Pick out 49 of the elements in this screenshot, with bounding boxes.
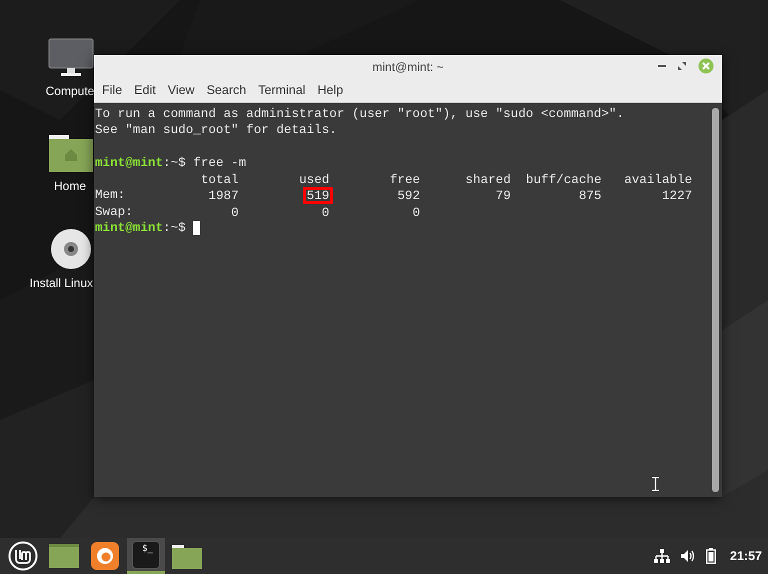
disc-icon: [50, 228, 92, 270]
table-cell-text: 1227: [660, 188, 694, 204]
table-cell-text: 875: [578, 188, 602, 204]
text-cursor-icon: [652, 477, 659, 491]
desktop-icon-label[interactable]: Home: [54, 177, 86, 195]
network-icon: [654, 549, 670, 563]
volume-icon: [680, 549, 696, 563]
table-cell-text: shared: [464, 172, 512, 188]
mint-logo-icon: [8, 541, 38, 571]
terminal-text: To run a command as administrator (user "root"), use "sudo <command>".: [95, 106, 624, 122]
table-cell-text: free: [388, 172, 422, 188]
menu-item[interactable]: Search: [200, 79, 252, 101]
table-cell-text: 0: [320, 204, 330, 220]
table-cell: 519: [302, 187, 334, 204]
window-title: mint@mint: ~: [372, 58, 444, 76]
menu-item[interactable]: Help: [311, 79, 350, 101]
taskbar-button[interactable]: $_: [127, 538, 165, 574]
minimize-icon[interactable]: [658, 64, 666, 68]
table-cell-text: total: [200, 172, 240, 188]
command-text: free -m: [193, 154, 246, 172]
folder-icon: [48, 133, 94, 173]
menu-item[interactable]: Edit: [128, 79, 162, 101]
terminal-icon: $_: [132, 540, 160, 568]
prompt-user: mint@mint: [95, 220, 164, 236]
menu-item[interactable]: File: [96, 79, 128, 101]
clock: 21:57: [730, 548, 762, 565]
browser-icon: [91, 542, 119, 570]
terminal-text: See "man sudo_root" for details.: [95, 122, 337, 139]
battery-icon: [706, 548, 716, 564]
menu-item[interactable]: Terminal: [252, 79, 312, 101]
desktop-icon: [49, 544, 79, 568]
table-cell-text: 592: [396, 188, 422, 204]
row-label: Swap:: [95, 204, 133, 220]
table-cell-text: 79: [494, 188, 512, 204]
prompt-user: mint@mint: [95, 154, 164, 172]
table-cell-text: 0: [230, 204, 240, 220]
desktop-icon-label[interactable]: Compute: [46, 82, 94, 100]
table-cell-text: used: [298, 172, 330, 188]
table-cell-text: available: [623, 172, 694, 188]
row-label: Mem:: [95, 187, 126, 204]
folder-icon: [172, 543, 202, 569]
prompt-path: :~$: [163, 220, 186, 236]
menu-item[interactable]: View: [162, 79, 201, 101]
table-cell-text: 0: [412, 204, 422, 220]
table-cell-text: 1987: [207, 188, 240, 204]
maximize-icon[interactable]: [678, 62, 686, 70]
table-cell-text: buff/cache: [524, 172, 602, 188]
prompt-path: :~$: [163, 154, 186, 172]
desktop-icon-label[interactable]: Install Linux: [30, 274, 93, 292]
